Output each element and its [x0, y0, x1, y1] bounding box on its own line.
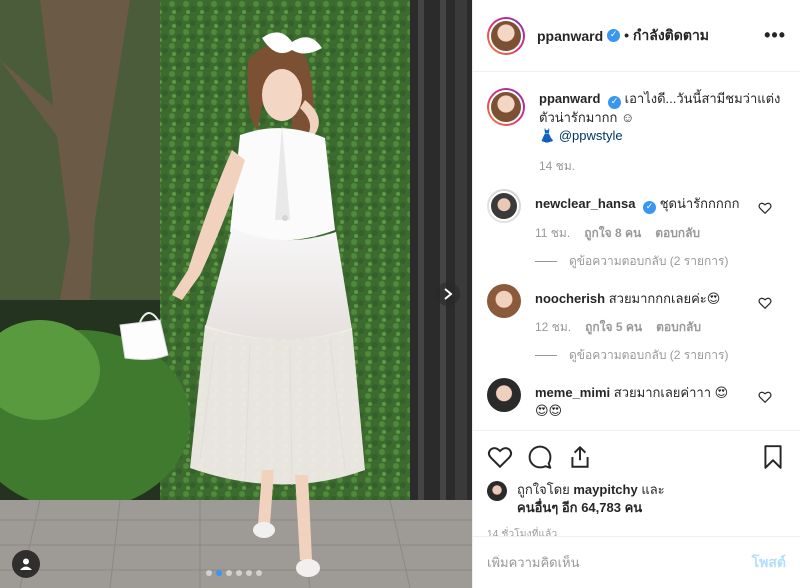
- view-replies-button[interactable]: ดูข้อความตอบกลับ (2 รายการ): [535, 252, 786, 270]
- chevron-right-icon: [444, 288, 453, 300]
- follow-status[interactable]: • กำลังติดตาม: [624, 25, 709, 47]
- verified-badge-icon: ✓: [607, 29, 621, 42]
- add-comment-bar: โพสต์: [473, 536, 800, 588]
- carousel-indicator: [206, 570, 262, 576]
- bookmark-save-icon[interactable]: [760, 444, 786, 470]
- author-username[interactable]: ppanward: [537, 28, 603, 44]
- comment-time[interactable]: 11 ชม.: [535, 224, 570, 242]
- user-tag-icon: [20, 558, 32, 570]
- view-replies-label: ดูข้อความตอบกลับ (2 รายการ): [569, 254, 729, 268]
- liked-by-prefix: ถูกใจโดย: [517, 482, 570, 497]
- caption-username[interactable]: ppanward: [539, 91, 600, 106]
- comment-bubble-icon[interactable]: [527, 444, 553, 470]
- comment-text: สวยมากเลยค่าาา 😍: [613, 385, 729, 400]
- like-heart-icon[interactable]: [487, 444, 513, 470]
- comment-text-line2: 😍😍: [535, 403, 563, 418]
- commenter-avatar[interactable]: [487, 189, 521, 223]
- post-actions: ถูกใจโดย maypitchy และ คนอื่นๆ อีก 64,78…: [473, 430, 800, 542]
- caption-time[interactable]: 14 ชม.: [539, 157, 575, 175]
- post-header: ppanward ✓ • กำลังติดตาม •••: [473, 0, 800, 72]
- more-options-icon[interactable]: •••: [764, 25, 786, 46]
- share-upload-icon[interactable]: [567, 444, 593, 470]
- post-comment-button[interactable]: โพสต์: [752, 552, 786, 574]
- carousel-dot: [216, 570, 222, 576]
- liked-by-others-prefix: คนอื่นๆ อีก: [517, 500, 578, 515]
- like-count: 64,783: [581, 500, 621, 515]
- liked-by-conj: และ: [641, 482, 665, 497]
- like-comment-heart-icon[interactable]: [758, 296, 772, 310]
- caption-text-line2: ตัวน่ารักมากก ☺: [539, 110, 635, 125]
- caption-text-line1: เอาไงดี...วันนี้สามีชมว่าแต่ง: [624, 91, 781, 106]
- caption: ppanward ✓ เอาไงดี...วันนี้สามีชมว่าแต่ง…: [487, 88, 786, 175]
- comment-likes[interactable]: ถูกใจ 8 คน: [584, 224, 641, 242]
- liker-avatar[interactable]: [487, 481, 507, 501]
- verified-badge-icon: ✓: [643, 201, 657, 214]
- post-side-panel: ppanward ✓ • กำลังติดตาม ••• ppanward ✓ …: [472, 0, 800, 588]
- comment-text: ชุดน่ารักกกกก: [659, 196, 740, 211]
- dress-emoji: 👗: [539, 128, 556, 143]
- caption-mention[interactable]: @ppwstyle: [559, 128, 623, 143]
- carousel-dot: [206, 570, 212, 576]
- carousel-dot: [226, 570, 232, 576]
- comment-item: newclear_hansa ✓ ชุดน่ารักกกกก 11 ชม. ถู…: [487, 189, 786, 270]
- caption-avatar[interactable]: [487, 88, 525, 126]
- comment-likes[interactable]: ถูกใจ 5 คน: [585, 318, 642, 336]
- carousel-dot: [236, 570, 242, 576]
- reply-button[interactable]: ตอบกลับ: [655, 224, 700, 242]
- verified-badge-icon: ✓: [608, 96, 622, 109]
- view-replies-button[interactable]: ดูข้อความตอบกลับ (2 รายการ): [535, 346, 786, 364]
- carousel-next-button[interactable]: [436, 282, 460, 306]
- post-photo-image: [0, 0, 472, 588]
- comments-list[interactable]: ppanward ✓ เอาไงดี...วันนี้สามีชมว่าแต่ง…: [473, 72, 800, 430]
- action-icons: [487, 437, 786, 477]
- liked-by-others[interactable]: คนอื่นๆ อีก 64,783 คน: [517, 499, 665, 517]
- comment-username[interactable]: noocherish: [535, 291, 605, 306]
- like-comment-heart-icon[interactable]: [758, 390, 772, 404]
- comment-text: สวยมากกกเลยค่ะ😍: [608, 291, 721, 306]
- carousel-dot: [256, 570, 262, 576]
- carousel-dot: [246, 570, 252, 576]
- author-avatar[interactable]: [487, 16, 525, 55]
- like-comment-heart-icon[interactable]: [758, 201, 772, 215]
- liked-by: ถูกใจโดย maypitchy และ คนอื่นๆ อีก 64,78…: [487, 481, 786, 517]
- liked-by-user[interactable]: maypitchy: [573, 482, 637, 497]
- comment-item: noocherish สวยมากกกเลยค่ะ😍 12 ชม. ถูกใจ …: [487, 284, 786, 364]
- commenter-avatar[interactable]: [487, 378, 521, 412]
- comment-username[interactable]: meme_mimi: [535, 385, 610, 400]
- comment-time[interactable]: 12 ชม.: [535, 318, 571, 336]
- comment-username[interactable]: newclear_hansa: [535, 196, 635, 211]
- comment-item: meme_mimi สวยมากเลยค่าาา 😍 😍😍: [487, 378, 786, 420]
- liked-by-suffix: คน: [624, 500, 643, 515]
- tagged-users-button[interactable]: [12, 550, 40, 578]
- view-replies-label: ดูข้อความตอบกลับ (2 รายการ): [569, 348, 729, 362]
- commenter-avatar[interactable]: [487, 284, 521, 318]
- reply-button[interactable]: ตอบกลับ: [656, 318, 701, 336]
- add-comment-input[interactable]: [487, 555, 752, 570]
- post-photo[interactable]: [0, 0, 472, 588]
